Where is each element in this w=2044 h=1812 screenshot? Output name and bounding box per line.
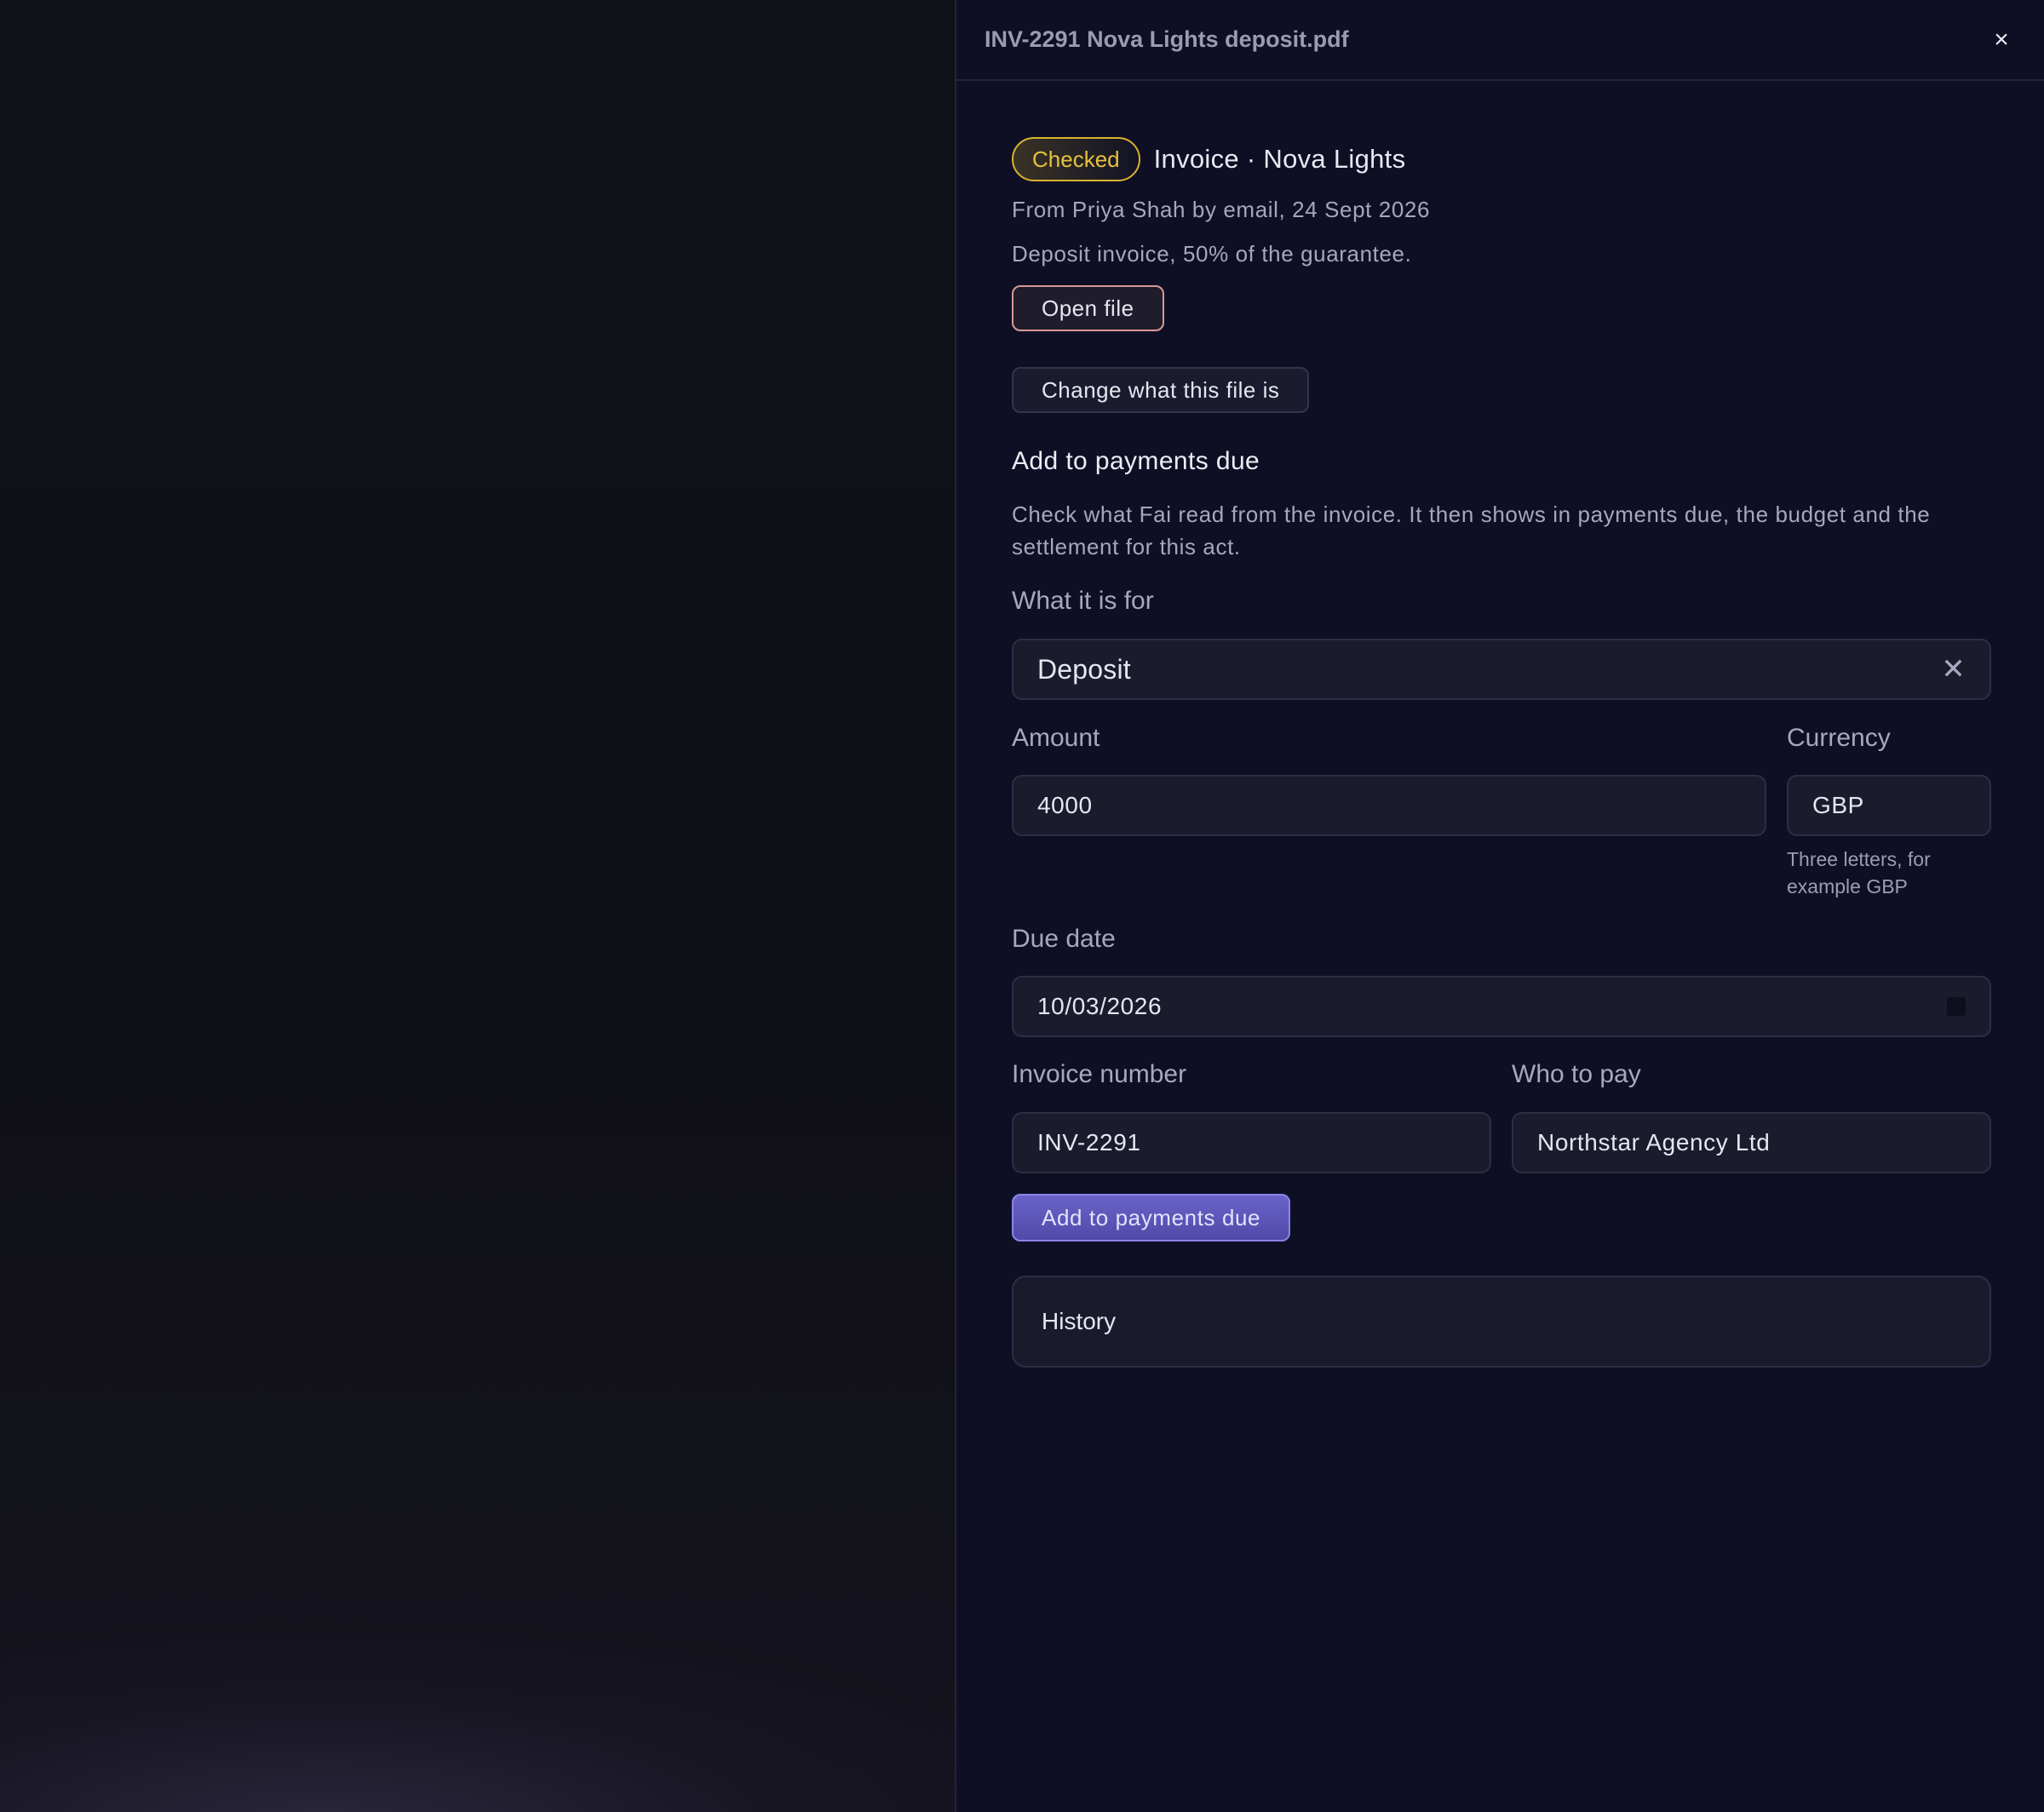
currency-hint: Three letters, for example GBP (1787, 848, 1931, 897)
currency-input[interactable]: GBP (1787, 775, 1991, 836)
due-date-label: Due date (1012, 925, 1116, 953)
document-meta-row: Checked Invoice · Nova Lights (1012, 137, 1405, 181)
purpose-value: Deposit (1037, 653, 1131, 685)
open-file-button[interactable]: Open file (1012, 285, 1164, 331)
status-badge: Checked (1012, 137, 1140, 181)
purpose-select[interactable]: Deposit ✕ (1012, 639, 1991, 700)
payee-value: Northstar Agency Ltd (1537, 1129, 1771, 1155)
section-title: Add to payments due (1012, 447, 1260, 475)
due-date-input[interactable]: 10/03/2026 (1012, 976, 1991, 1037)
invoice-number-value: INV-2291 (1037, 1129, 1141, 1155)
invoice-number-input[interactable]: INV-2291 (1012, 1112, 1491, 1173)
currency-label: Currency (1787, 724, 1891, 752)
change-file-type-button[interactable]: Change what this file is (1012, 367, 1310, 413)
panel-title: INV-2291 Nova Lights deposit.pdf (985, 26, 1349, 52)
help-text: Check what Fai read from the invoice. It… (1012, 502, 1931, 559)
amount-input[interactable]: 4000 (1012, 775, 1766, 836)
add-to-payments-due-button[interactable]: Add to payments due (1012, 1194, 1291, 1241)
payee-input[interactable]: Northstar Agency Ltd (1512, 1112, 1991, 1173)
document-kind: Invoice · Nova Lights (1153, 144, 1406, 174)
invoice-number-label: Invoice number (1012, 1060, 1187, 1088)
page-backdrop (0, 0, 955, 1812)
document-note: Deposit invoice, 50% of the guarantee. (1012, 241, 1412, 267)
amount-label: Amount (1012, 724, 1100, 752)
close-button[interactable]: × (1986, 25, 2017, 55)
document-source: From Priya Shah by email, 24 Sept 2026 (1012, 197, 1431, 222)
history-section[interactable]: History (1012, 1276, 1991, 1368)
panel-header: INV-2291 Nova Lights deposit.pdf × (956, 0, 2044, 81)
history-title: History (1042, 1308, 1117, 1334)
purpose-label: What it is for (1012, 587, 1154, 615)
document-side-panel: INV-2291 Nova Lights deposit.pdf × Check… (955, 0, 2044, 1812)
payee-label: Who to pay (1512, 1060, 1641, 1088)
amount-value: 4000 (1037, 792, 1093, 818)
due-date-value: 10/03/2026 (1037, 993, 1163, 1019)
close-icon: × (1994, 25, 2009, 54)
calendar-icon[interactable] (1947, 997, 1966, 1016)
clear-icon[interactable]: ✕ (1941, 652, 1966, 686)
currency-value: GBP (1812, 792, 1864, 818)
